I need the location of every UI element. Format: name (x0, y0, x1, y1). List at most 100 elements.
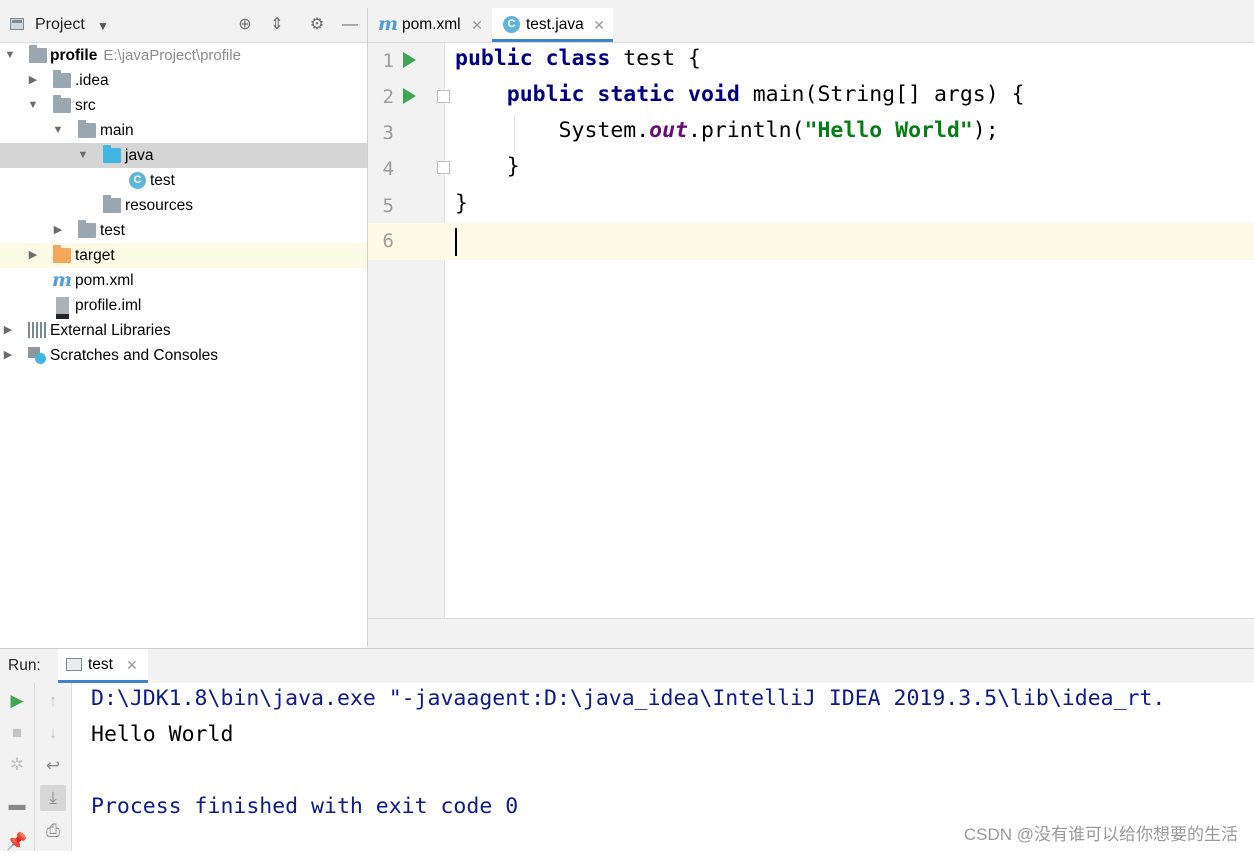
tree-item-label: .idea (75, 72, 109, 89)
tree-item-profile[interactable]: ▼ profile E:\javaProject\profile (0, 43, 367, 68)
close-icon[interactable]: ✕ (593, 8, 605, 42)
chevron-down-icon[interactable]: ▼ (97, 19, 109, 33)
tree-item-path: E:\javaProject\profile (103, 47, 241, 64)
libraries-icon (28, 322, 46, 338)
run-main-icon[interactable] (403, 88, 416, 104)
tree-item-label: test (150, 172, 175, 189)
text-caret (455, 228, 457, 256)
tree-item-iml[interactable]: profile.iml (0, 293, 367, 319)
maven-icon: m (378, 13, 399, 35)
code-line-5: } (455, 191, 468, 216)
tree-item-label: test (100, 222, 125, 239)
tree-item-idea[interactable]: ▶ .idea (0, 68, 367, 93)
scroll-to-end-icon[interactable]: ⤓ (40, 785, 66, 811)
tree-item-label: src (75, 97, 96, 114)
tree-item-scratches[interactable]: ▶ Scratches and Consoles (0, 343, 367, 368)
tree-item-label: main (100, 122, 134, 139)
tree-item-main[interactable]: ▼ main (0, 118, 367, 143)
line-number: 2 (382, 86, 394, 108)
maven-icon: m (52, 269, 73, 291)
close-icon[interactable]: ✕ (126, 657, 138, 674)
code-line-3: System.out.println("Hello World"); (455, 118, 999, 143)
chevron-right-icon[interactable]: ▶ (51, 218, 65, 243)
run-config-icon (66, 658, 82, 671)
layout-icon[interactable]: ▬ (4, 792, 30, 818)
tree-item-external-libraries[interactable]: ▶ External Libraries (0, 318, 367, 343)
folder-icon (53, 95, 71, 113)
minimize-icon[interactable]: — (340, 15, 360, 35)
tree-item-label: pom.xml (75, 272, 134, 289)
gear-icon[interactable]: ⚙ (307, 15, 327, 35)
tree-item-test-folder[interactable]: ▶ test (0, 218, 367, 243)
console-line: D:\JDK1.8\bin\java.exe "-javaagent:D:\ja… (91, 686, 1166, 711)
tab-label: test.java (526, 16, 584, 33)
tree-item-label: profile E:\javaProject\profile (50, 47, 241, 64)
run-tab-test[interactable]: test ✕ (58, 649, 148, 683)
source-folder-icon (103, 145, 121, 163)
project-tool-window: Project ▼ ⊕ ⇕ ⚙ — ▼ profile E:\javaProjec… (0, 8, 368, 647)
run-panel-header: Run: test ✕ (0, 648, 1254, 684)
line-number: 1 (382, 50, 394, 72)
line-number: 6 (382, 230, 394, 252)
code-line-1: public class test { (455, 46, 701, 71)
editor-bottom-strip (368, 618, 1254, 648)
tree-item-label: resources (125, 197, 194, 214)
run-toolbar-primary: ▶ ■ ✲ ▬ 📌 (0, 683, 35, 851)
code-editor[interactable]: public class test { public static void m… (445, 43, 1254, 618)
scratches-icon (28, 347, 46, 364)
chevron-down-icon[interactable]: ▼ (76, 143, 90, 168)
arrow-up-icon[interactable]: ↑ (40, 688, 66, 714)
tree-item-label: target (75, 247, 115, 264)
tab-test-java[interactable]: C test.java ✕ (492, 8, 613, 42)
console-line: Process finished with exit code 0 (91, 794, 519, 819)
code-line-4: } (455, 154, 520, 179)
line-number: 4 (382, 158, 394, 180)
chevron-down-icon[interactable]: ▼ (51, 118, 65, 143)
indent-guide (514, 116, 515, 152)
java-class-icon: C (129, 172, 146, 189)
chevron-down-icon[interactable]: ▼ (3, 43, 17, 68)
close-icon[interactable]: ✕ (471, 8, 483, 42)
project-panel-header: Project ▼ ⊕ ⇕ ⚙ — (0, 8, 367, 43)
arrow-down-icon[interactable]: ↓ (40, 720, 66, 746)
debug-icon[interactable]: ✲ (4, 752, 30, 778)
tab-pom-xml[interactable]: m pom.xml ✕ (368, 8, 491, 42)
line-number: 3 (382, 122, 394, 144)
print-icon[interactable]: ⎙ (40, 818, 66, 844)
tree-item-label: profile.iml (75, 297, 142, 314)
rerun-icon[interactable]: ▶ (4, 688, 30, 714)
chevron-right-icon[interactable]: ▶ (26, 68, 40, 93)
folder-icon (53, 70, 71, 88)
project-panel-title[interactable]: Project (35, 16, 85, 34)
java-class-icon: C (503, 16, 520, 33)
soft-wrap-icon[interactable]: ↩ (40, 753, 66, 779)
stop-icon[interactable]: ■ (4, 720, 30, 746)
tree-item-src[interactable]: ▼ src (0, 93, 367, 118)
tree-item-java[interactable]: ▼ java (0, 143, 367, 168)
folder-icon (78, 120, 96, 138)
editor-gutter[interactable]: 1 2 3 4 5 (368, 43, 450, 618)
tree-item-label: java (125, 147, 154, 164)
locate-icon[interactable]: ⊕ (235, 15, 255, 35)
iml-file-icon (56, 297, 69, 319)
tree-item-label: External Libraries (50, 322, 171, 339)
tree-item-test-class[interactable]: C test (0, 168, 367, 193)
folder-icon (78, 220, 96, 238)
tree-item-target[interactable]: ▶ target (0, 243, 367, 268)
chevron-right-icon[interactable]: ▶ (1, 318, 15, 343)
pin-icon[interactable]: 📌 (4, 829, 30, 855)
project-panel-icon (10, 18, 24, 30)
chevron-down-icon[interactable]: ▼ (26, 93, 40, 118)
resources-folder-icon (103, 195, 121, 213)
run-class-icon[interactable] (403, 52, 416, 68)
run-toolbar-secondary: ↑ ↓ ↩ ⤓ ⎙ (35, 683, 72, 851)
run-tab-label: test (88, 656, 113, 673)
chevron-right-icon[interactable]: ▶ (26, 243, 40, 268)
tree-item-resources[interactable]: resources (0, 193, 367, 218)
module-folder-icon (29, 45, 47, 63)
tree-item-pom[interactable]: m pom.xml (0, 268, 367, 293)
chevron-right-icon[interactable]: ▶ (1, 343, 15, 368)
line-number: 5 (382, 195, 394, 217)
run-panel-label: Run: (8, 657, 41, 674)
collapse-icon[interactable]: ⇕ (267, 15, 287, 35)
